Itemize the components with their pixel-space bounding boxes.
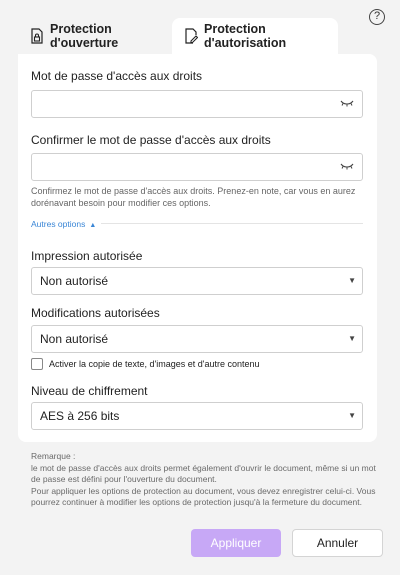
edit-document-icon	[185, 28, 198, 44]
changes-value: Non autorisé	[40, 332, 109, 346]
tab-label: Protection d'ouverture	[50, 22, 119, 50]
tab-label: Protection d'autorisation	[204, 22, 287, 50]
copy-content-checkbox[interactable]	[31, 358, 43, 370]
encryption-label: Niveau de chiffrement	[31, 384, 148, 398]
copy-content-option: Activer la copie de texte, d'images et d…	[31, 358, 260, 370]
confirm-hint: Confirmez le mot de passe d'accès aux dr…	[31, 186, 356, 208]
tab-bar: Protection d'ouverture Protection d'auto…	[18, 18, 338, 54]
hide-password-icon[interactable]	[340, 99, 354, 109]
hide-password-icon[interactable]	[340, 162, 354, 172]
printing-value: Non autorisé	[40, 274, 109, 288]
lock-document-icon	[31, 28, 43, 44]
confirm-field-wrapper	[31, 153, 363, 181]
dropdown-arrow-icon: ▼	[348, 276, 356, 285]
password-label: Mot de passe d'accès aux droits	[31, 69, 203, 83]
caret-up-icon: ▲	[89, 222, 97, 229]
password-input[interactable]	[32, 91, 322, 117]
encryption-select[interactable]: AES à 256 bits ▼	[31, 402, 363, 430]
apply-button[interactable]: Appliquer	[191, 529, 281, 557]
remark-note: Remarque : le mot de passe d'accès aux d…	[31, 451, 381, 509]
encryption-value: AES à 256 bits	[40, 409, 120, 423]
tab-open-protection[interactable]: Protection d'ouverture	[18, 18, 172, 54]
divider	[101, 223, 363, 224]
password-field-wrapper	[31, 90, 363, 118]
dropdown-arrow-icon: ▼	[348, 411, 356, 420]
changes-select[interactable]: Non autorisé ▼	[31, 325, 363, 353]
more-options-label: Autres options	[31, 219, 86, 229]
tab-permission-protection[interactable]: Protection d'autorisation	[172, 18, 338, 54]
remark-line-1: le mot de passe d'accès aux droits perme…	[31, 462, 376, 485]
dropdown-arrow-icon: ▼	[348, 334, 356, 343]
more-options-toggle[interactable]: Autres options ▲	[31, 219, 96, 229]
confirm-password-input[interactable]	[32, 154, 322, 180]
copy-content-label: Activer la copie de texte, d'images et d…	[49, 359, 260, 369]
help-button[interactable]: ?	[369, 9, 385, 25]
printing-label: Impression autorisée	[31, 249, 143, 263]
printing-select[interactable]: Non autorisé ▼	[31, 267, 363, 295]
remark-line-2: Pour appliquer les options de protection…	[31, 485, 376, 508]
confirm-label: Confirmer le mot de passe d'accès aux dr…	[31, 133, 271, 147]
remark-title: Remarque :	[31, 451, 76, 461]
permission-panel: Mot de passe d'accès aux droits Confirme…	[18, 54, 377, 442]
changes-label: Modifications autorisées	[31, 306, 160, 320]
cancel-button[interactable]: Annuler	[292, 529, 383, 557]
